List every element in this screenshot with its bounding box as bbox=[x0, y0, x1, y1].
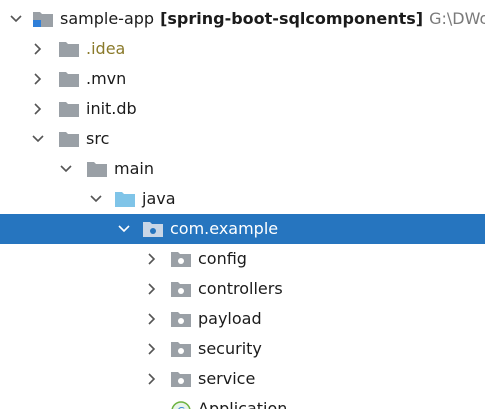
tree-label: .mvn bbox=[86, 69, 127, 88]
tree-row-src[interactable]: src bbox=[0, 124, 485, 154]
tree-row-application[interactable]: C Application bbox=[0, 394, 485, 409]
chevron-right-icon[interactable] bbox=[142, 334, 162, 364]
tree-row-com-example[interactable]: com.example bbox=[0, 214, 485, 244]
tree-label: controllers bbox=[198, 279, 283, 298]
tree-label: service bbox=[198, 369, 256, 388]
module-name: sample-app bbox=[60, 9, 155, 28]
svg-text:C: C bbox=[177, 405, 185, 409]
folder-icon bbox=[58, 34, 82, 64]
folder-icon bbox=[58, 64, 82, 94]
tree-row-controllers[interactable]: controllers bbox=[0, 274, 485, 304]
spring-boot-class-icon: C bbox=[170, 394, 194, 409]
tree-label: src bbox=[86, 129, 110, 148]
chevron-right-icon[interactable] bbox=[142, 244, 162, 274]
package-icon bbox=[142, 214, 166, 244]
chevron-right-icon[interactable] bbox=[28, 64, 48, 94]
chevron-down-icon[interactable] bbox=[6, 4, 26, 34]
module-artifact: [spring-boot-sqlcomponents] bbox=[160, 9, 424, 28]
package-icon bbox=[170, 274, 194, 304]
tree-row-payload[interactable]: payload bbox=[0, 304, 485, 334]
tree-row-main[interactable]: main bbox=[0, 154, 485, 184]
package-icon bbox=[170, 304, 194, 334]
tree-label: security bbox=[198, 339, 262, 358]
tree-label: com.example bbox=[170, 219, 279, 238]
chevron-down-icon[interactable] bbox=[56, 154, 76, 184]
tree-label: payload bbox=[198, 309, 262, 328]
tree-label: java bbox=[142, 189, 176, 208]
tree-label: Application bbox=[198, 399, 288, 409]
chevron-down-icon[interactable] bbox=[28, 124, 48, 154]
chevron-right-icon[interactable] bbox=[142, 274, 162, 304]
tree-label: main bbox=[114, 159, 154, 178]
tree-row-security[interactable]: security bbox=[0, 334, 485, 364]
module-path: G:\DWor bbox=[429, 9, 485, 28]
tree-label: config bbox=[198, 249, 247, 268]
source-root-folder-icon bbox=[114, 184, 138, 214]
folder-icon bbox=[58, 124, 82, 154]
tree-row-service[interactable]: service bbox=[0, 364, 485, 394]
tree-row-java[interactable]: java bbox=[0, 184, 485, 214]
folder-icon bbox=[86, 154, 110, 184]
chevron-right-icon[interactable] bbox=[142, 304, 162, 334]
package-icon bbox=[170, 364, 194, 394]
project-tree: sample-app [spring-boot-sqlcomponents] G:\… bbox=[0, 0, 485, 409]
folder-icon bbox=[58, 94, 82, 124]
tree-label: .idea bbox=[86, 39, 126, 58]
tree-label: init.db bbox=[86, 99, 137, 118]
module-folder-icon bbox=[32, 4, 56, 34]
package-icon bbox=[170, 334, 194, 364]
chevron-down-icon[interactable] bbox=[86, 184, 106, 214]
chevron-right-icon[interactable] bbox=[28, 94, 48, 124]
chevron-down-icon[interactable] bbox=[114, 214, 134, 244]
tree-row-config[interactable]: config bbox=[0, 244, 485, 274]
package-icon bbox=[170, 244, 194, 274]
tree-row-idea[interactable]: .idea bbox=[0, 34, 485, 64]
chevron-right-icon[interactable] bbox=[28, 34, 48, 64]
tree-row-mvn[interactable]: .mvn bbox=[0, 64, 485, 94]
tree-row-init-db[interactable]: init.db bbox=[0, 94, 485, 124]
chevron-right-icon[interactable] bbox=[142, 364, 162, 394]
tree-row-sample-app[interactable]: sample-app [spring-boot-sqlcomponents] G:\… bbox=[0, 4, 485, 34]
